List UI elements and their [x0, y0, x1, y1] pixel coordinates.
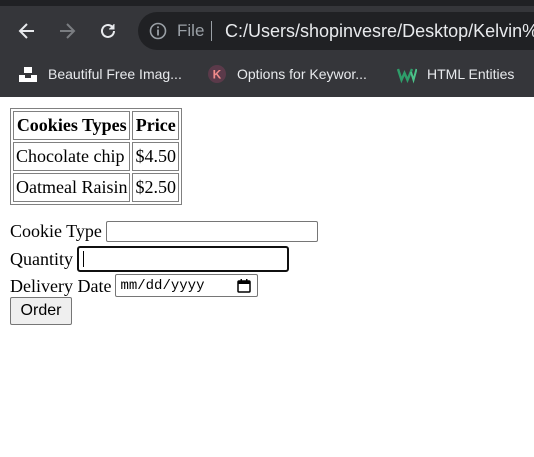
url-text[interactable]: C:/Users/shopinvesre/Desktop/Kelvin%2 — [225, 20, 534, 42]
bookmark-keyword-options[interactable]: K Options for Keywor... — [207, 56, 367, 92]
bookmark-unsplash[interactable]: Beautiful Free Imag... — [18, 56, 182, 92]
column-header-price: Price — [132, 111, 179, 140]
browser-toolbar: File C:/Users/shopinvesre/Desktop/Kelvin… — [0, 6, 534, 56]
svg-text:K: K — [213, 68, 222, 82]
address-divider — [211, 21, 212, 41]
price-cell: $4.50 — [132, 142, 179, 171]
quantity-input[interactable] — [77, 246, 289, 272]
scheme-label: File — [177, 21, 205, 40]
bookmarks-bar: Beautiful Free Imag... K Options for Key… — [0, 56, 534, 92]
cookie-type-row: Cookie Type — [10, 220, 318, 242]
info-icon[interactable] — [148, 21, 168, 41]
bookmark-label: Beautiful Free Imag... — [48, 66, 182, 82]
table-row: Oatmeal Raisin $2.50 — [13, 173, 179, 202]
browser-chrome: File C:/Users/shopinvesre/Desktop/Kelvin… — [0, 0, 534, 97]
back-icon[interactable] — [12, 16, 42, 46]
bookmark-label: Options for Keywor... — [237, 66, 367, 82]
cookie-name-cell: Chocolate chip — [13, 142, 131, 171]
cookie-type-label: Cookie Type — [10, 221, 102, 241]
delivery-date-row: Delivery Date mm/dd/yyyy — [10, 274, 259, 297]
unsplash-icon — [18, 64, 38, 84]
cookie-type-input[interactable] — [105, 220, 318, 242]
delivery-date-label: Delivery Date — [10, 275, 112, 296]
bookmark-html-entities[interactable]: HTML Entities — [397, 56, 514, 92]
keyword-k-icon: K — [207, 64, 227, 84]
calendar-icon[interactable] — [236, 278, 252, 294]
order-button[interactable]: Order — [10, 297, 72, 325]
quantity-row: Quantity — [10, 246, 289, 272]
price-cell: $2.50 — [132, 173, 179, 202]
bookmark-label: HTML Entities — [427, 66, 515, 82]
quantity-label: Quantity — [10, 249, 73, 269]
address-bar[interactable]: File C:/Users/shopinvesre/Desktop/Kelvin… — [138, 12, 534, 50]
date-placeholder: mm/dd/yyyy — [120, 277, 205, 294]
page-content: Cookies Types Price Chocolate chip $4.50… — [0, 97, 534, 457]
table-header-row: Cookies Types Price — [13, 111, 179, 140]
reload-icon[interactable] — [93, 16, 123, 46]
text-caret — [83, 251, 84, 267]
forward-icon[interactable] — [52, 16, 82, 46]
cookie-name-cell: Oatmeal Raisin — [13, 173, 131, 202]
column-header-cookie-type: Cookies Types — [13, 111, 131, 140]
cookie-price-table: Cookies Types Price Chocolate chip $4.50… — [10, 108, 182, 205]
table-row: Chocolate chip $4.50 — [13, 142, 179, 171]
delivery-date-input[interactable]: mm/dd/yyyy — [115, 274, 259, 297]
w3-entities-icon — [397, 64, 417, 84]
